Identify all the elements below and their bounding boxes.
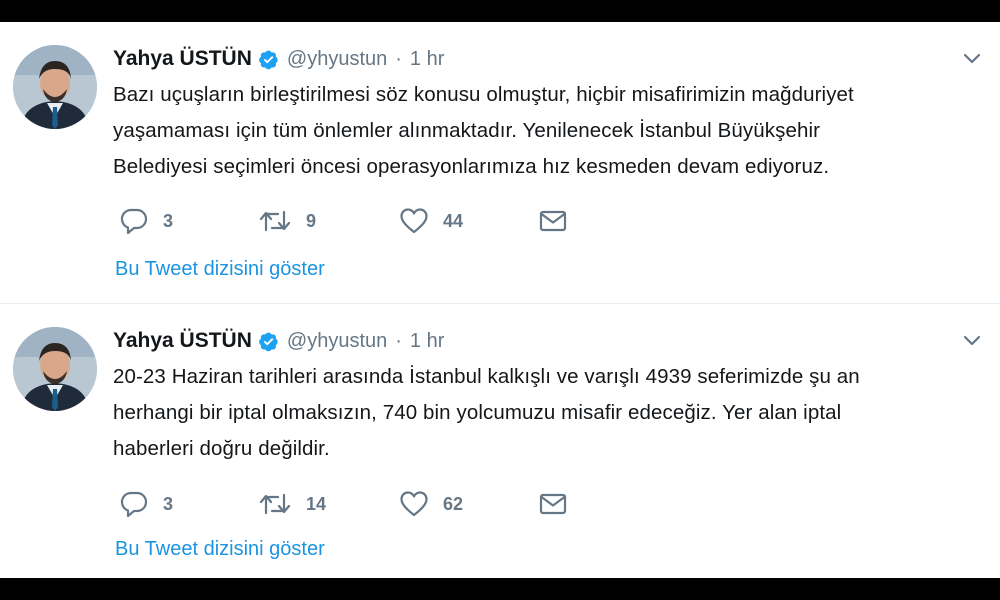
reply-count: 3 bbox=[163, 210, 174, 231]
avatar[interactable] bbox=[13, 45, 97, 129]
tweet[interactable]: Yahya ÜSTÜN @yhyustun · 1 hr Bazı uçuşla… bbox=[0, 22, 1000, 304]
tweet-text-line: herhangi bir iptal olmaksızın, 740 bin y… bbox=[113, 401, 842, 424]
retweet-button[interactable]: 14 bbox=[258, 489, 326, 519]
verified-badge-icon bbox=[258, 49, 279, 70]
author-handle[interactable]: @yhyustun bbox=[287, 48, 387, 71]
tweet-text-line: haberleri doğru değildir. bbox=[113, 437, 330, 460]
separator-dot: · bbox=[395, 47, 402, 70]
reply-icon bbox=[120, 491, 148, 518]
like-button[interactable]: 62 bbox=[399, 489, 463, 519]
show-thread-link[interactable]: Bu Tweet dizisini göster bbox=[115, 258, 325, 281]
like-count: 62 bbox=[443, 493, 464, 514]
timestamp[interactable]: 1 hr bbox=[410, 48, 444, 71]
reply-icon bbox=[120, 208, 148, 235]
tweet-text-line: 20-23 Haziran tarihleri arasında İstanbu… bbox=[113, 365, 860, 388]
retweet-button[interactable]: 9 bbox=[258, 206, 316, 236]
tweet-text-line: Belediyesi seçimleri öncesi operasyonlar… bbox=[113, 155, 830, 178]
tweet[interactable]: Yahya ÜSTÜN @yhyustun · 1 hr 20-23 Hazir… bbox=[0, 304, 1000, 578]
tweet-text-line: Bazı uçuşların birleştirilmesi söz konus… bbox=[113, 83, 854, 106]
author-name[interactable]: Yahya ÜSTÜN bbox=[113, 329, 252, 353]
tweet-text: 20-23 Haziran tarihleri arasında İstanbu… bbox=[113, 359, 963, 467]
envelope-icon bbox=[539, 493, 567, 515]
direct-message-button[interactable] bbox=[539, 206, 567, 236]
retweet-icon bbox=[259, 210, 291, 232]
chevron-down-icon[interactable] bbox=[962, 52, 982, 66]
envelope-icon bbox=[539, 210, 567, 232]
like-button[interactable]: 44 bbox=[399, 206, 463, 236]
verified-badge-icon bbox=[258, 331, 279, 352]
avatar[interactable] bbox=[13, 327, 97, 411]
retweet-count: 14 bbox=[306, 493, 327, 514]
tweet-text-line: yaşamaması için tüm önlemler alınmaktadı… bbox=[113, 119, 821, 142]
reply-count: 3 bbox=[163, 493, 174, 514]
chevron-down-icon[interactable] bbox=[962, 334, 982, 348]
author-name[interactable]: Yahya ÜSTÜN bbox=[113, 47, 252, 71]
tweet-actions: 3 9 44 bbox=[113, 206, 593, 236]
separator-dot: · bbox=[395, 329, 402, 352]
like-count: 44 bbox=[443, 210, 464, 231]
heart-icon bbox=[400, 491, 428, 517]
timestamp[interactable]: 1 hr bbox=[410, 330, 444, 353]
tweet-header: Yahya ÜSTÜN @yhyustun · 1 hr bbox=[113, 44, 444, 74]
retweet-icon bbox=[259, 493, 291, 515]
reply-button[interactable]: 3 bbox=[119, 489, 173, 519]
heart-icon bbox=[400, 208, 428, 234]
tweet-header: Yahya ÜSTÜN @yhyustun · 1 hr bbox=[113, 326, 444, 356]
reply-button[interactable]: 3 bbox=[119, 206, 173, 236]
tweet-text: Bazı uçuşların birleştirilmesi söz konus… bbox=[113, 77, 963, 185]
author-handle[interactable]: @yhyustun bbox=[287, 330, 387, 353]
retweet-count: 9 bbox=[306, 210, 317, 231]
timeline-panel: Yahya ÜSTÜN @yhyustun · 1 hr Bazı uçuşla… bbox=[0, 22, 1000, 578]
tweet-actions: 3 14 62 bbox=[113, 489, 593, 519]
show-thread-link[interactable]: Bu Tweet dizisini göster bbox=[115, 538, 325, 561]
direct-message-button[interactable] bbox=[539, 489, 567, 519]
